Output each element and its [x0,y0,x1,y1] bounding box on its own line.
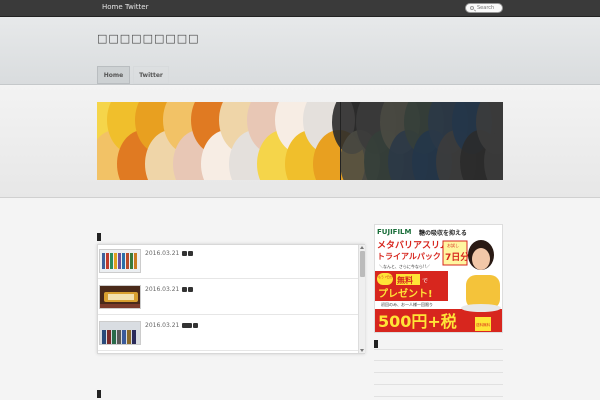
post-category[interactable] [182,251,194,270]
list-item[interactable]: 2016.03.21 : [98,281,358,315]
ad-brand: FUJIFILM [377,228,412,236]
ad-headline: 糖の吸収を抑える [419,229,467,237]
post-thumbnail[interactable] [99,321,141,345]
ad-product: メタバリアスリム [377,239,449,251]
sidebar-divider [374,384,503,385]
main-nav-home[interactable]: Home [97,66,130,84]
site-header [0,17,600,85]
main-nav-twitter[interactable]: Twitter [133,66,169,84]
post-date: 2016.03.21 : [145,250,184,257]
list-item[interactable]: 2016.03.21 : [98,317,358,351]
search-box[interactable] [465,3,503,13]
sidebar-heading-marker [374,340,378,348]
category-tag[interactable] [182,323,192,328]
section-heading-marker [97,233,101,241]
category-tag[interactable] [188,287,193,292]
top-nav-home[interactable]: Home [102,3,123,11]
top-bar: Home Twitter [0,0,600,17]
ad-days: 7日分 [445,251,469,263]
banner-art [97,102,503,180]
site-title[interactable]: □□□□□□□□□ [97,32,200,45]
sidebar-divider [374,360,503,361]
ad-free: 無料 [397,275,413,285]
ad-free-suffix: で [422,278,428,285]
post-list: 2016.03.21 : 2016.03.21 : 2016.03.21: [97,244,365,354]
ad-extra: もう 7日分を [378,274,396,279]
category-tag[interactable] [182,251,187,256]
search-icon [470,6,474,10]
sidebar-divider [374,349,503,350]
ad-shipping: 送料無料 [476,322,490,327]
banner-divider [340,102,341,180]
scroll-up-arrow-icon[interactable] [360,246,364,249]
scroll-thumb[interactable] [360,251,365,277]
section-heading-marker [97,390,101,398]
list-scrollbar[interactable] [358,245,365,353]
header-banner-image [97,102,503,180]
ad-present: プレゼント! [378,287,433,300]
ad-promo-line: ＼なんと、さらに今なら!!／ [379,263,430,269]
post-date: 2016.03.21 : [145,322,184,329]
post-category[interactable] [182,287,194,306]
ad-price: 500円+税 [378,312,457,331]
post-category[interactable] [182,323,199,342]
sidebar-divider [374,396,503,397]
list-item[interactable]: 2016.03.21 : [98,245,358,279]
category-tag[interactable] [188,251,193,256]
ad-pack-badge: お試し [447,242,459,248]
category-tag[interactable] [193,323,198,328]
search-input[interactable] [477,4,503,12]
post-thumbnail[interactable] [99,249,141,273]
ad-note: 初回のみ、お一人様一回限り [381,301,433,307]
post-thumbnail[interactable] [99,285,141,309]
scroll-down-arrow-icon[interactable] [360,349,364,352]
category-tag[interactable] [182,287,187,292]
ad-pack: トライアルパック [377,251,441,261]
sidebar-divider [374,372,503,373]
ad-banner: FUJIFILM 糖の吸収を抑える メタバリアスリム トライアルパック お試し … [375,225,502,332]
sidebar-ad[interactable]: FUJIFILM 糖の吸収を抑える メタバリアスリム トライアルパック お試し … [374,224,503,333]
post-date: 2016.03.21 : [145,286,184,293]
top-nav-twitter[interactable]: Twitter [125,3,148,11]
